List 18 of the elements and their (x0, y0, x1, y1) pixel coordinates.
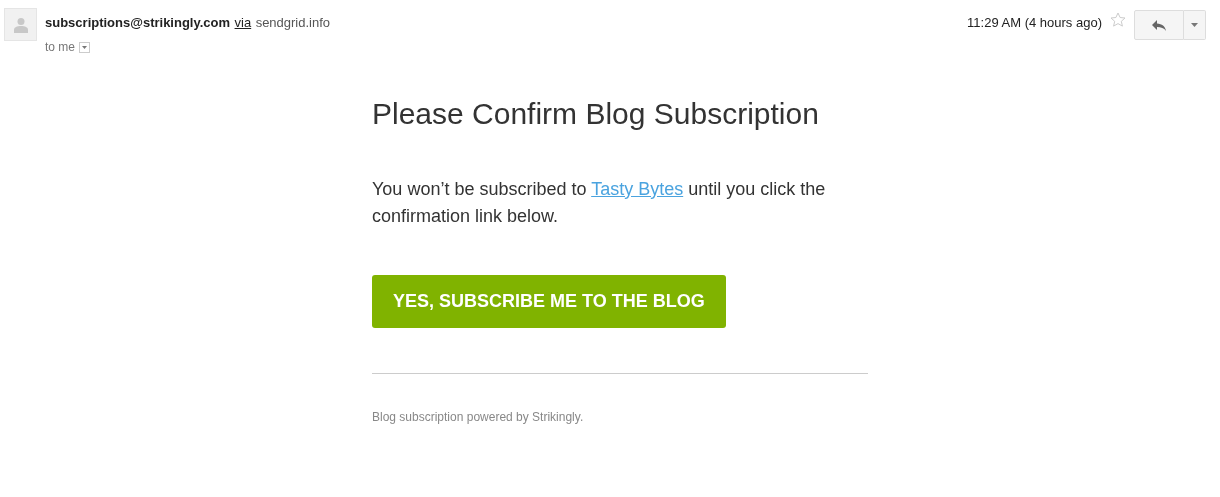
reply-button[interactable] (1134, 10, 1184, 40)
person-icon (13, 16, 28, 33)
details-dropdown[interactable] (79, 41, 90, 53)
caret-icon (1191, 23, 1198, 27)
star-icon[interactable] (1110, 12, 1126, 28)
recipient-label: to me (45, 39, 75, 56)
timestamp: 11:29 AM (4 hours ago) (967, 14, 1102, 32)
via-link[interactable]: via (234, 15, 252, 30)
blog-link[interactable]: Tasty Bytes (591, 179, 684, 199)
relay-domain: sendgrid.info (255, 15, 331, 30)
reply-icon (1152, 19, 1166, 31)
email-title: Please Confirm Blog Subscription (372, 96, 820, 132)
caret-icon (82, 45, 87, 49)
footer-text: Blog subscription powered by Strikingly. (372, 409, 585, 426)
message-text: You won’t be subscribed to Tasty Bytes until you click the confirmation link below. (372, 178, 827, 228)
subscribe-button[interactable]: YES, SUBSCRIBE ME TO THE BLOG (372, 275, 726, 328)
more-dropdown[interactable] (1184, 10, 1206, 40)
sender-address: subscriptions@strikingly.com (45, 15, 231, 30)
